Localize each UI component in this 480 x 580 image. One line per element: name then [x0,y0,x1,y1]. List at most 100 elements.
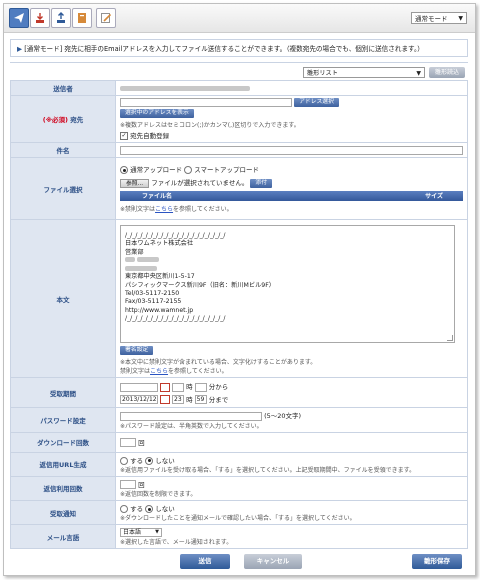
mode-select[interactable]: 通常モード ▼ [411,12,467,24]
start-hour-unit: 時 [186,383,193,391]
required-mark: (※必須) [42,116,68,124]
body-note-2-post: を参照してください。 [168,368,228,375]
auto-register-checkbox[interactable]: ✓ [120,132,128,140]
receipt-notice-no-radio[interactable] [145,505,154,513]
normal-upload-label: 通常アップロード [130,166,183,175]
recipient-input[interactable] [120,98,292,107]
start-date-input[interactable] [120,382,158,392]
calendar-icon[interactable] [160,395,170,404]
period-label: 受取期間 [10,377,116,408]
receipt-notice-cell: する しない ※ダウンロードしたことを通知メールで確認したい場合、「する」を選択… [115,500,468,525]
row-subject: 件名 [10,142,468,158]
mail-language-note: ※選択した言語で、メール通知されます。 [120,538,233,546]
password-input[interactable] [120,411,262,421]
notice-tag: [通常モード] [24,45,63,53]
row-download-count: ダウンロード回数 回 [10,431,468,453]
resize-grip-icon[interactable] [447,335,453,341]
sender-value-redacted [120,85,250,91]
period-cell: 時 分から 2013/12/12 23 時 59 分まで [115,377,468,408]
end-hour-unit: 時 [186,395,193,404]
subject-cell [115,142,468,158]
chevron-down-icon: ▼ [458,15,463,22]
password-range: (5〜20文字) [264,412,302,420]
end-hour-input[interactable]: 23 [172,395,184,404]
reply-count-label: 返信利用回数 [10,475,116,501]
attach-button[interactable]: 添付 [250,178,273,188]
auto-register-label: 宛先自動登録 [130,132,170,140]
file-note-pre: ※禁則文字は [120,205,156,213]
receipt-notice-note: ※ダウンロードしたことを通知メールで確認したい場合、「する」を選択してください。 [120,515,356,522]
end-minute-input[interactable]: 59 [194,395,207,404]
start-hour-input[interactable] [172,382,184,392]
receipt-notice-no-label: しない [155,505,175,513]
forbidden-chars-link[interactable]: こちら [150,368,168,375]
download-count-cell: 回 [115,431,468,453]
send-icon[interactable] [9,8,29,28]
cancel-button[interactable]: キャンセル [244,554,302,569]
reply-count-input[interactable] [120,480,136,489]
body-line: パシフィックマークス新川9F（旧名：新川Mビル9F） [125,281,275,289]
receipt-notice-label: 受取通知 [10,500,116,525]
reply-url-yes-radio[interactable] [120,456,128,465]
no-file-text: ファイルが選択されていません。 [151,179,249,188]
body-cell: /_/_/_/_/_/_/_/_/_/_/_/_/_/_/_/_/_/_/_/ … [115,219,468,378]
send-form: 送信者 (※必須) 宛先 アドレス選択 選択中のアドレスを表示 ※複数アドレスは… [10,80,468,549]
recipient-label: (※必須) 宛先 [10,95,116,143]
file-note-post: を参照してください。 [173,205,233,213]
body-textarea[interactable]: /_/_/_/_/_/_/_/_/_/_/_/_/_/_/_/_/_/_/_/ … [120,225,455,343]
download-count-input[interactable] [120,438,136,448]
file-cell: 通常アップロード スマートアップロード 参照... ファイルが選択されていません… [115,157,468,220]
smart-upload-label: スマートアップロード [194,166,260,175]
mail-language-cell: 日本語 ▼ ※選択した言語で、メール通知されます。 [115,524,468,549]
download-count-label: ダウンロード回数 [10,431,116,453]
row-reply-count: 返信利用回数 回 ※返信回数を制限できます。 [10,475,468,501]
body-line: 日本ワムネット株式会社 [125,240,194,248]
divider [10,62,468,63]
reply-count-note: ※返信回数を制限できます。 [120,491,197,498]
recipient-label-text: 宛先 [70,116,84,124]
browse-button[interactable]: 参照... [120,178,150,188]
subject-label: 件名 [10,142,116,158]
notice-text: 宛先に相手のEmailアドレスを入力してファイル送信することができます。（複数宛… [64,45,424,53]
body-note-2: 禁則文字はこちらを参照してください。 [120,366,463,375]
reply-url-yes-label: する [130,456,144,465]
normal-upload-radio[interactable] [120,166,128,175]
form-actions: 送信 キャンセル 雛形保存 [10,552,468,574]
address-book-icon[interactable] [72,8,92,28]
file-list-header: ファイル名 サイズ [120,190,463,201]
mail-language-select[interactable]: 日本語 ▼ [120,527,162,537]
smart-upload-radio[interactable] [184,166,193,175]
body-note-1: ※本文中に禁則文字が含まれている場合、文字化けすることがあります。 [120,359,317,366]
body-line: Tel/03-5117-2150 [125,290,180,298]
mail-language-label: メール言語 [10,524,116,549]
chevron-down-icon: ▼ [416,70,421,77]
address-select-button[interactable]: アドレス選択 [294,98,339,107]
reply-url-label: 返信用URL生成 [10,451,116,477]
body-line-redacted [125,257,450,265]
file-label: ファイル選択 [10,157,116,220]
template-controls: 雛形リスト ▼ 雛形読込 [302,67,465,78]
body-line: /_/_/_/_/_/_/_/_/_/_/_/_/_/_/_/_/_/_/_/ [125,314,226,322]
reply-url-no-radio[interactable] [145,456,154,465]
calendar-icon[interactable] [160,382,170,392]
receipt-notice-yes-radio[interactable] [120,505,128,513]
password-label: パスワード設定 [10,407,116,433]
body-note-2-pre: 禁則文字は [120,368,151,375]
template-select[interactable]: 雛形リスト ▼ [302,67,425,78]
start-minute-input[interactable] [194,382,207,392]
edit-icon[interactable] [96,8,116,28]
recipient-note: ※複数アドレスはセミコロン(;)かカンマ(,)区切りで入力できます。 [120,122,300,129]
download-icon[interactable] [30,8,50,28]
upload-icon[interactable] [51,8,71,28]
forbidden-chars-link[interactable]: こちら [155,206,173,213]
subject-input[interactable] [120,145,463,155]
save-template-button[interactable]: 雛形保存 [412,554,462,569]
show-selected-address-button[interactable]: 選択中のアドレスを表示 [120,109,194,118]
reply-url-note: ※返信用ファイルを受け取る場合、「する」を選択してください。上記受取期間中、ファ… [120,466,416,474]
signature-settings-button[interactable]: 署名設定 [120,346,154,355]
end-date-input[interactable]: 2013/12/12 [120,395,158,404]
start-minute-unit: 分から [208,383,229,391]
send-button[interactable]: 送信 [180,554,230,569]
chevron-down-icon: ▼ [155,528,159,535]
template-load-button[interactable]: 雛形読込 [428,67,465,78]
